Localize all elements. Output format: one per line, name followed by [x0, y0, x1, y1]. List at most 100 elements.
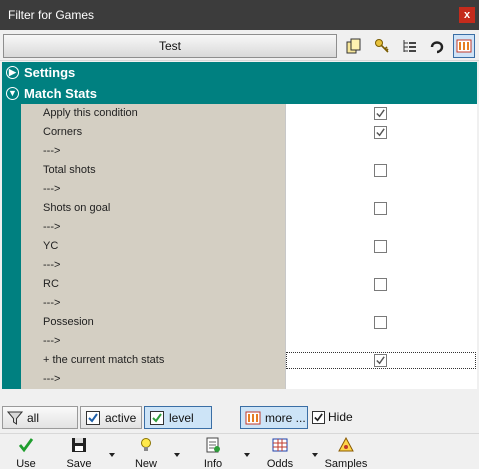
hide-checkbox[interactable] — [312, 410, 325, 424]
use-button[interactable]: Use — [14, 436, 38, 469]
info-label: Info — [203, 458, 223, 469]
tree-list-icon[interactable] — [399, 34, 421, 58]
property-row[interactable]: Apply this condition — [21, 104, 477, 123]
all-button[interactable]: all — [2, 406, 78, 429]
save-button[interactable]: Save — [64, 436, 94, 469]
columns-icon — [244, 409, 262, 427]
odds-grid-icon — [271, 436, 289, 454]
bottom-toolbar: Use Save New Info Odds Samples — [0, 433, 479, 469]
property-row[interactable]: RC — [21, 275, 477, 294]
group-match-stats[interactable]: ▼ Match Stats — [2, 83, 477, 104]
new-dropdown-arrow[interactable] — [174, 453, 180, 457]
property-checkbox[interactable] — [374, 316, 387, 329]
property-label: RC — [21, 275, 285, 294]
funnel-icon — [6, 409, 24, 427]
property-row[interactable]: Corners — [21, 123, 477, 142]
property-label: ---> — [21, 256, 285, 275]
save-label: Save — [66, 458, 92, 469]
value-input[interactable] — [285, 256, 477, 275]
value-row[interactable]: ---> — [21, 218, 477, 237]
property-row[interactable]: + the current match stats — [21, 351, 477, 370]
property-value[interactable] — [285, 123, 477, 142]
value-row[interactable]: ---> — [21, 370, 477, 389]
active-button[interactable]: active — [80, 406, 142, 429]
title-bar: Filter for Games x — [0, 0, 479, 30]
property-checkbox[interactable] — [374, 164, 387, 177]
group-label: Settings — [24, 65, 76, 80]
property-label: YC — [21, 237, 285, 256]
property-label: Shots on goal — [21, 199, 285, 218]
save-dropdown-arrow[interactable] — [109, 453, 115, 457]
level-label: level — [169, 410, 194, 425]
hide-toggle[interactable]: Hide — [312, 407, 353, 427]
odds-dropdown-arrow[interactable] — [312, 453, 318, 457]
property-label: ---> — [21, 370, 285, 389]
property-label: Apply this condition — [21, 104, 285, 123]
copy-icon[interactable] — [343, 34, 365, 58]
value-input[interactable] — [285, 370, 477, 389]
property-label: ---> — [21, 332, 285, 351]
property-value[interactable] — [285, 237, 477, 256]
new-button[interactable]: New — [132, 436, 160, 469]
value-input[interactable] — [285, 142, 477, 161]
info-document-icon — [204, 436, 222, 454]
property-label: + the current match stats — [21, 351, 285, 370]
property-value[interactable] — [285, 313, 477, 332]
lightbulb-icon — [137, 436, 155, 454]
property-checkbox[interactable] — [374, 107, 387, 120]
filter-name-button[interactable]: Test — [3, 34, 337, 58]
key-icon[interactable] — [371, 34, 393, 58]
property-value[interactable] — [285, 275, 477, 294]
property-label: ---> — [21, 294, 285, 313]
value-input[interactable] — [285, 332, 477, 351]
samples-icon — [337, 436, 355, 454]
property-value[interactable] — [285, 351, 477, 370]
property-value[interactable] — [285, 161, 477, 180]
hide-label: Hide — [328, 410, 353, 424]
all-label: all — [27, 410, 40, 425]
value-row[interactable]: ---> — [21, 142, 477, 161]
value-input[interactable] — [285, 218, 477, 237]
info-button[interactable]: Info — [199, 436, 227, 469]
property-checkbox[interactable] — [374, 126, 387, 139]
active-label: active — [105, 410, 137, 425]
property-label: Corners — [21, 123, 285, 142]
property-row[interactable]: Total shots — [21, 161, 477, 180]
value-row[interactable]: ---> — [21, 332, 477, 351]
value-input[interactable] — [285, 180, 477, 199]
property-checkbox[interactable] — [374, 202, 387, 215]
group-indent-strip — [2, 104, 21, 389]
value-input[interactable] — [285, 294, 477, 313]
expand-icon[interactable]: ▶ — [6, 66, 19, 79]
property-grid: ▶ Settings ▼ Match Stats Apply this cond… — [2, 62, 477, 389]
property-value[interactable] — [285, 104, 477, 123]
property-row[interactable]: Shots on goal — [21, 199, 477, 218]
collapse-icon[interactable]: ▼ — [6, 87, 19, 100]
checkmark-icon — [17, 436, 35, 454]
odds-button[interactable]: Odds — [265, 436, 295, 469]
property-label: Total shots — [21, 161, 285, 180]
floppy-icon — [70, 436, 88, 454]
more-button[interactable]: more ... — [240, 406, 308, 429]
property-value[interactable] — [285, 199, 477, 218]
columns-icon[interactable] — [453, 34, 475, 58]
close-button[interactable]: x — [459, 7, 475, 23]
hook-icon[interactable] — [426, 34, 448, 58]
property-checkbox[interactable] — [374, 240, 387, 253]
value-row[interactable]: ---> — [21, 294, 477, 313]
property-label: ---> — [21, 142, 285, 161]
more-label: more ... — [265, 410, 306, 425]
group-settings[interactable]: ▶ Settings — [2, 62, 477, 83]
property-label: ---> — [21, 180, 285, 199]
checkbox-icon — [84, 409, 102, 427]
info-dropdown-arrow[interactable] — [244, 453, 250, 457]
value-row[interactable]: ---> — [21, 256, 477, 275]
property-row[interactable]: Possesion — [21, 313, 477, 332]
property-checkbox[interactable] — [374, 354, 387, 367]
samples-button[interactable]: Samples — [324, 436, 368, 469]
value-row[interactable]: ---> — [21, 180, 477, 199]
level-button[interactable]: level — [144, 406, 212, 429]
property-checkbox[interactable] — [374, 278, 387, 291]
top-toolbar: Test — [0, 30, 479, 61]
property-row[interactable]: YC — [21, 237, 477, 256]
